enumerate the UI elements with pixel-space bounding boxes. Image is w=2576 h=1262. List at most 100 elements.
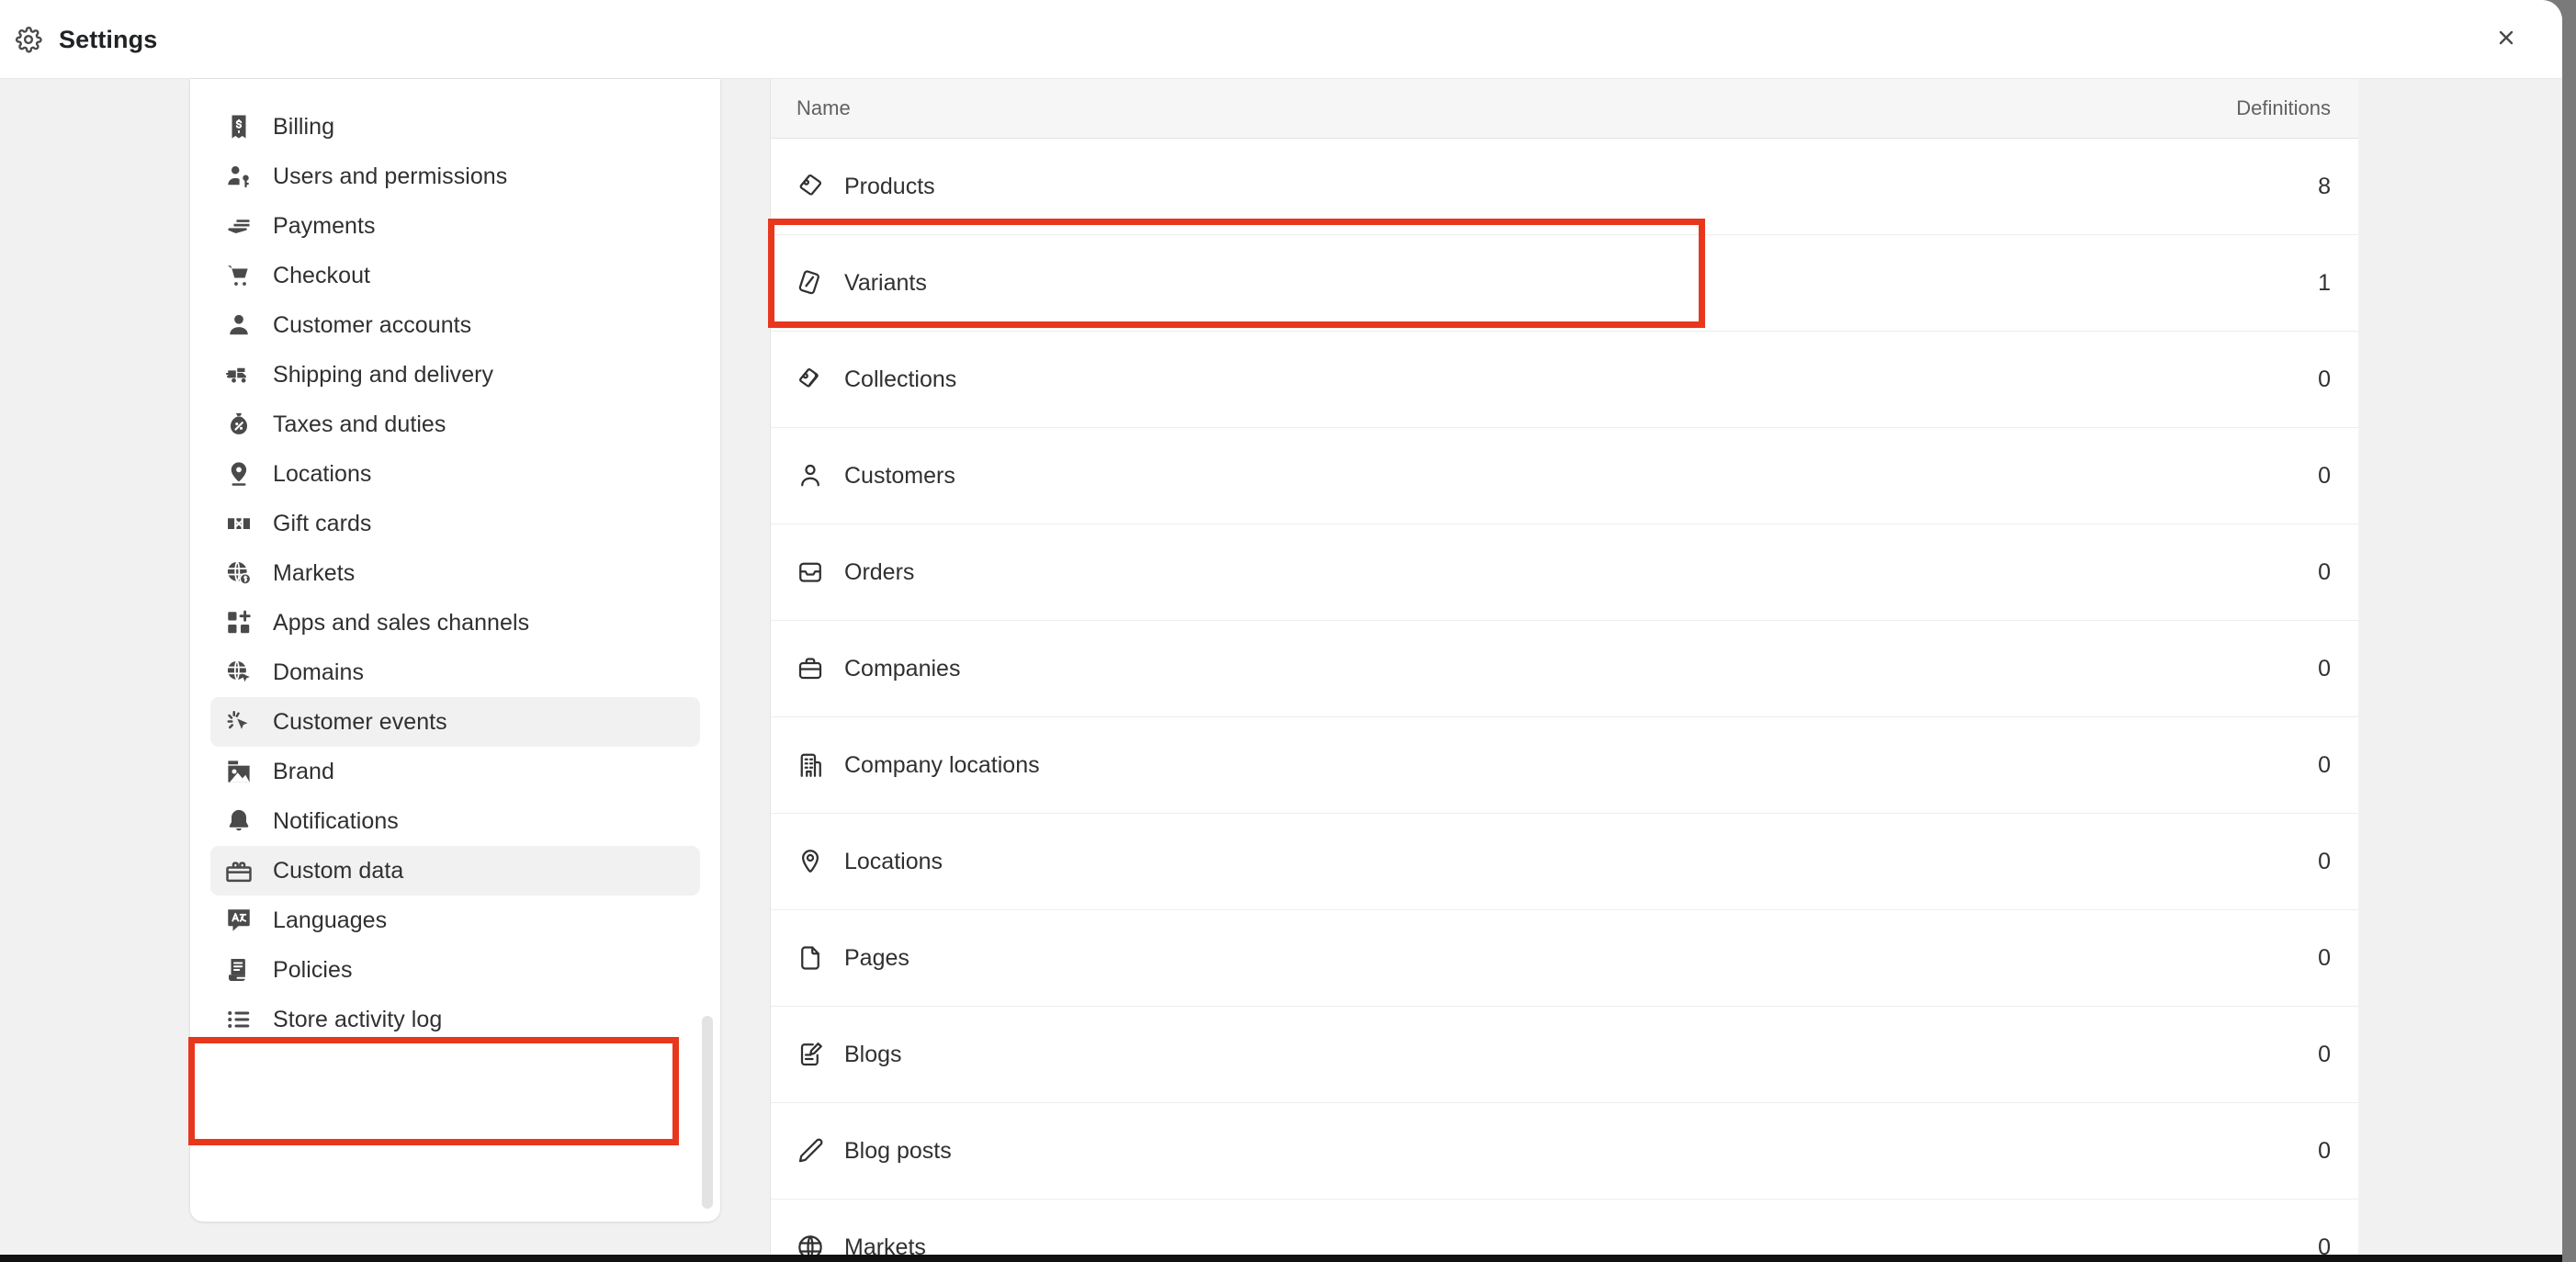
table-row[interactable]: Markets0 [771,1200,2358,1255]
sidebar-item-domains[interactable]: Domains [210,648,700,697]
sidebar-item-label: Shipping and delivery [273,362,493,389]
sidebar-scrollbar[interactable] [702,1016,713,1209]
gift-card-icon [225,510,253,537]
sidebar-item-label: Locations [273,461,371,488]
row-name-cell: Collections [797,366,2294,393]
sidebar-item-label: Policies [273,957,353,984]
row-label: Orders [844,559,914,586]
row-definitions-count: 0 [2294,656,2331,682]
sidebar-item-label: Custom data [273,858,403,885]
pencil-icon [797,1137,824,1165]
row-name-cell: Customers [797,462,2294,490]
image-stack-icon [225,758,253,785]
row-name-cell: Products [797,173,2294,200]
table-row[interactable]: Variants 1 [771,235,2358,332]
table-row[interactable]: Customers0 [771,428,2358,524]
sidebar-item-brand[interactable]: Brand [210,747,700,796]
row-name-cell: Markets [797,1234,2294,1255]
table-row[interactable]: Companies 0 [771,621,2358,717]
globe-dollar-icon [225,559,253,587]
policy-scroll-icon [225,956,253,984]
row-label: Blog posts [844,1138,952,1165]
table-row[interactable]: Blog posts 0 [771,1103,2358,1200]
sidebar-item-label: Payments [273,213,376,240]
sidebar-item-store-activity-log[interactable]: Store activity log [210,995,700,1044]
row-label: Products [844,174,935,200]
table-row[interactable]: Blogs0 [771,1007,2358,1103]
row-definitions-count: 0 [2294,1234,2331,1256]
sidebar-item-policies[interactable]: Policies [210,945,700,995]
row-name-cell: Companies [797,655,2294,682]
shopping-cart-icon [225,262,253,289]
sidebar-item-shipping-and-delivery[interactable]: Shipping and delivery [210,350,700,400]
window-right-chrome [2562,0,2576,1262]
order-inbox-icon [797,558,824,586]
table-body: Products8Variants1Collections0Customers0… [771,139,2358,1255]
sidebar-item-billing[interactable]: Billing [210,102,700,152]
table-row[interactable]: Orders 0 [771,524,2358,621]
row-definitions-count: 8 [2294,174,2331,200]
receipt-dollar-icon [225,113,253,141]
metafields-icon [225,857,253,885]
row-definitions-count: 0 [2294,1138,2331,1165]
row-label: Locations [844,849,943,875]
row-definitions-count: 0 [2294,752,2331,779]
row-label: Variants [844,270,927,297]
modal-body: Billing Users and permissions Payments Chec… [0,79,2562,1255]
credit-card-hand-icon [225,212,253,240]
bell-icon [225,807,253,835]
sidebar-item-label: Domains [273,659,364,686]
row-label: Pages [844,945,910,972]
row-label: Collections [844,366,956,393]
row-name-cell: Locations [797,848,2294,875]
sidebar-item-custom-data[interactable]: Custom data [210,846,700,896]
sidebar-item-label: Apps and sales channels [273,610,529,637]
sidebar-item-checkout[interactable]: Checkout [210,251,700,300]
collection-tag-icon [797,366,824,393]
sidebar-item-users-and-permissions[interactable]: Users and permissions [210,152,700,201]
sidebar-item-customer-events[interactable]: Customer events [210,697,700,747]
settings-modal: Settings Billing Users and permissions Pay… [0,0,2562,1255]
row-label: Blogs [844,1042,902,1068]
sidebar-item-apps-and-sales-channels[interactable]: Apps and sales channels [210,598,700,648]
row-label: Companies [844,656,960,682]
row-definitions-count: 1 [2294,270,2331,297]
row-name-cell: Blog posts [797,1137,2294,1165]
row-label: Customers [844,463,955,490]
row-name-cell: Company locations [797,751,2294,779]
row-label: Company locations [844,752,1040,779]
column-header-definitions: Definitions [2236,96,2331,120]
sidebar-item-notifications[interactable]: Notifications [210,796,700,846]
header-title-group: Settings [15,0,157,79]
note-edit-icon [797,1041,824,1068]
cursor-click-icon [225,708,253,736]
map-pin-icon [225,460,253,488]
table-row[interactable]: Collections 0 [771,332,2358,428]
sidebar-item-payments[interactable]: Payments [210,201,700,251]
variant-tag-icon [797,269,824,297]
table-row[interactable]: Company locations 0 [771,717,2358,814]
row-name-cell: Variants [797,269,2294,297]
row-definitions-count: 0 [2294,559,2331,586]
sidebar-item-gift-cards[interactable]: Gift cards [210,499,700,548]
sidebar-item-label: Users and permissions [273,163,507,190]
sidebar-item-languages[interactable]: Languages [210,896,700,945]
table-row[interactable]: Locations0 [771,814,2358,910]
close-button[interactable] [2487,20,2525,59]
translate-icon [225,907,253,934]
sidebar-item-locations[interactable]: Locations [210,449,700,499]
row-definitions-count: 0 [2294,366,2331,393]
list-bulleted-icon [225,1006,253,1033]
sidebar-item-label: Taxes and duties [273,411,446,438]
sidebar-item-label: Languages [273,907,387,934]
sidebar-item-label: Customer events [273,709,447,736]
table-row[interactable]: Pages0 [771,910,2358,1007]
sidebar-item-taxes-and-duties[interactable]: Taxes and duties [210,400,700,449]
sidebar-item-customer-accounts[interactable]: Customer accounts [210,300,700,350]
column-header-name: Name [797,96,2236,120]
sidebar-item-markets[interactable]: Markets [210,548,700,598]
apps-plus-icon [225,609,253,637]
person-outline-icon [797,462,824,490]
table-row[interactable]: Products 8 [771,139,2358,235]
row-name-cell: Blogs [797,1041,2294,1068]
